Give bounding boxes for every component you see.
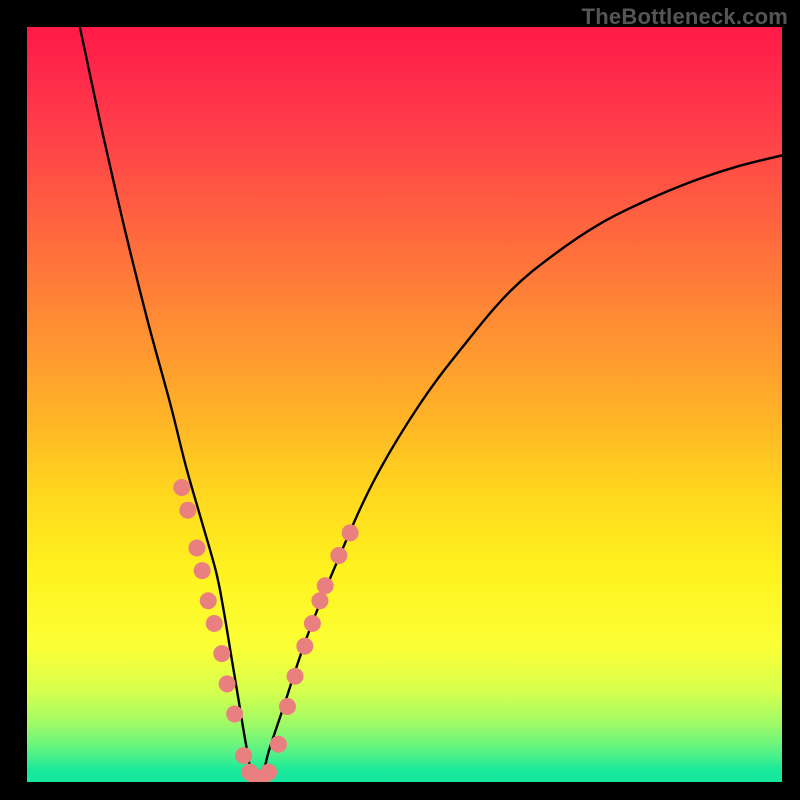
scatter-dots bbox=[173, 479, 358, 782]
scatter-dot bbox=[270, 736, 287, 753]
scatter-dot bbox=[219, 675, 236, 692]
scatter-dot bbox=[206, 615, 223, 632]
scatter-dot bbox=[226, 706, 243, 723]
scatter-dot bbox=[304, 615, 321, 632]
scatter-dot bbox=[200, 592, 217, 609]
scatter-dot bbox=[241, 764, 258, 781]
scatter-dot bbox=[173, 479, 190, 496]
scatter-dot bbox=[296, 638, 313, 655]
scatter-dot bbox=[188, 539, 205, 556]
scatter-dot bbox=[235, 747, 252, 764]
scatter-dot bbox=[254, 769, 271, 782]
scatter-dot bbox=[213, 645, 230, 662]
chart-svg bbox=[27, 27, 782, 782]
scatter-dot bbox=[279, 698, 296, 715]
scatter-dot bbox=[330, 547, 347, 564]
scatter-dot bbox=[342, 524, 359, 541]
scatter-dot bbox=[287, 668, 304, 685]
chart-plot-area bbox=[27, 27, 782, 782]
scatter-dot bbox=[179, 502, 196, 519]
scatter-dot bbox=[317, 577, 334, 594]
scatter-dot bbox=[247, 769, 264, 782]
scatter-dot bbox=[311, 592, 328, 609]
bottleneck-curve bbox=[80, 27, 782, 782]
chart-frame: TheBottleneck.com bbox=[0, 0, 800, 800]
scatter-dot bbox=[260, 764, 277, 781]
scatter-dot bbox=[194, 562, 211, 579]
